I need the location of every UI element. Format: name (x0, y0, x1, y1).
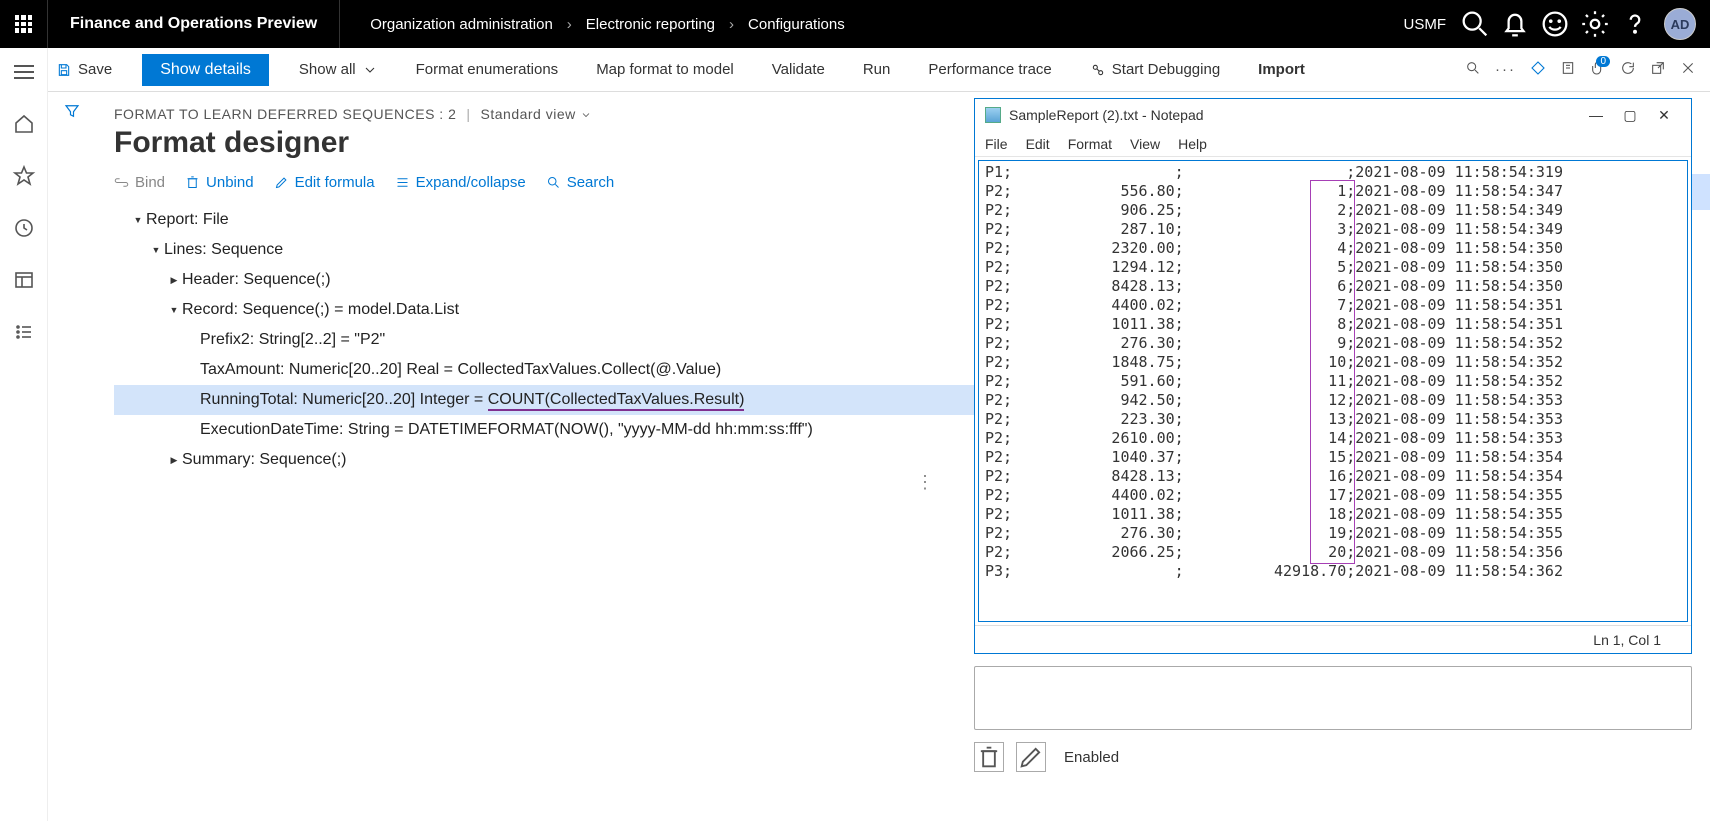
notepad-statusbar: Ln 1, Col 1 (975, 625, 1691, 653)
menu-help[interactable]: Help (1178, 136, 1207, 152)
show-details-button[interactable]: Show details (142, 54, 269, 86)
list-icon[interactable] (12, 320, 36, 344)
attachments-icon[interactable] (1590, 60, 1606, 80)
chevron-down-icon (362, 62, 378, 78)
hamburger-button[interactable] (12, 60, 36, 84)
format-enumerations-button[interactable]: Format enumerations (408, 48, 567, 92)
unbind-link[interactable]: Unbind (185, 174, 254, 191)
avatar[interactable]: AD (1664, 8, 1696, 40)
help-icon[interactable] (1618, 7, 1652, 41)
start-debugging-button[interactable]: Start Debugging (1082, 48, 1228, 92)
top-bar: Finance and Operations Preview Organizat… (0, 0, 1710, 48)
notepad-window: SampleReport (2).txt - Notepad — ▢ ✕ Fil… (974, 98, 1692, 654)
gear-icon[interactable] (1578, 7, 1612, 41)
waffle-icon (15, 15, 33, 33)
search-icon[interactable] (1465, 60, 1481, 80)
search-link[interactable]: Search (546, 174, 615, 191)
filter-icon[interactable] (63, 102, 81, 821)
popout-icon[interactable] (1650, 60, 1666, 80)
expand-collapse-link[interactable]: Expand/collapse (395, 174, 526, 191)
delete-icon[interactable] (974, 742, 1004, 772)
save-button[interactable]: Save (48, 48, 120, 92)
menu-view[interactable]: View (1130, 136, 1160, 152)
company-label[interactable]: USMF (1404, 16, 1447, 33)
smile-icon[interactable] (1538, 7, 1572, 41)
menu-format[interactable]: Format (1068, 136, 1112, 152)
minimize-button[interactable]: — (1579, 107, 1613, 123)
notepad-menu: File Edit Format View Help (975, 131, 1691, 157)
module-icon[interactable] (12, 268, 36, 292)
details-panel: Enabled (974, 666, 1692, 772)
filter-column (48, 92, 96, 821)
splitter-handle[interactable]: ⋮ (916, 472, 926, 502)
description-input[interactable] (974, 666, 1692, 730)
chevron-down-icon (580, 109, 592, 121)
maximize-button[interactable]: ▢ (1613, 107, 1647, 124)
search-icon[interactable] (1458, 7, 1492, 41)
breadcrumb-item[interactable]: Configurations (748, 16, 845, 33)
notepad-icon (985, 107, 1001, 123)
bind-link[interactable]: Bind (114, 174, 165, 191)
app-title: Finance and Operations Preview (48, 0, 340, 48)
bell-icon[interactable] (1498, 7, 1532, 41)
close-button[interactable]: ✕ (1647, 107, 1681, 124)
home-icon[interactable] (12, 112, 36, 136)
edit-icon[interactable] (1016, 742, 1046, 772)
enabled-label: Enabled (1064, 749, 1119, 766)
left-nav-rail (0, 48, 48, 821)
import-button[interactable]: Import (1250, 48, 1313, 92)
close-icon[interactable] (1680, 60, 1696, 80)
breadcrumb-item[interactable]: Electronic reporting (586, 16, 715, 33)
more-icon[interactable]: ··· (1495, 61, 1516, 78)
edit-formula-link[interactable]: Edit formula (274, 174, 375, 191)
app-launcher-button[interactable] (0, 0, 48, 48)
view-selector[interactable]: Standard view (481, 106, 593, 122)
side-tab-handle[interactable] (1692, 174, 1710, 210)
notepad-titlebar[interactable]: SampleReport (2).txt - Notepad — ▢ ✕ (975, 99, 1691, 131)
show-all-button[interactable]: Show all (291, 48, 386, 92)
chevron-right-icon: › (729, 16, 734, 33)
validate-button[interactable]: Validate (764, 48, 833, 92)
menu-edit[interactable]: Edit (1026, 136, 1050, 152)
performance-trace-button[interactable]: Performance trace (920, 48, 1059, 92)
run-button[interactable]: Run (855, 48, 899, 92)
chevron-right-icon: › (567, 16, 572, 33)
menu-file[interactable]: File (985, 136, 1008, 152)
map-format-button[interactable]: Map format to model (588, 48, 742, 92)
office-icon[interactable] (1560, 60, 1576, 80)
refresh-icon[interactable] (1620, 60, 1636, 80)
breadcrumb-item[interactable]: Organization administration (370, 16, 553, 33)
notepad-text[interactable]: P1; ; ;2021-08-09 11:58:54:319 P2; 556.8… (979, 161, 1687, 583)
notepad-body[interactable]: P1; ; ;2021-08-09 11:58:54:319 P2; 556.8… (978, 160, 1688, 622)
clock-icon[interactable] (12, 216, 36, 240)
diamond-icon[interactable] (1530, 60, 1546, 80)
notepad-title: SampleReport (2).txt - Notepad (1009, 107, 1579, 123)
breadcrumb: Organization administration › Electronic… (340, 16, 845, 33)
command-bar: Save Show details Show all Format enumer… (0, 48, 1710, 92)
star-icon[interactable] (12, 164, 36, 188)
